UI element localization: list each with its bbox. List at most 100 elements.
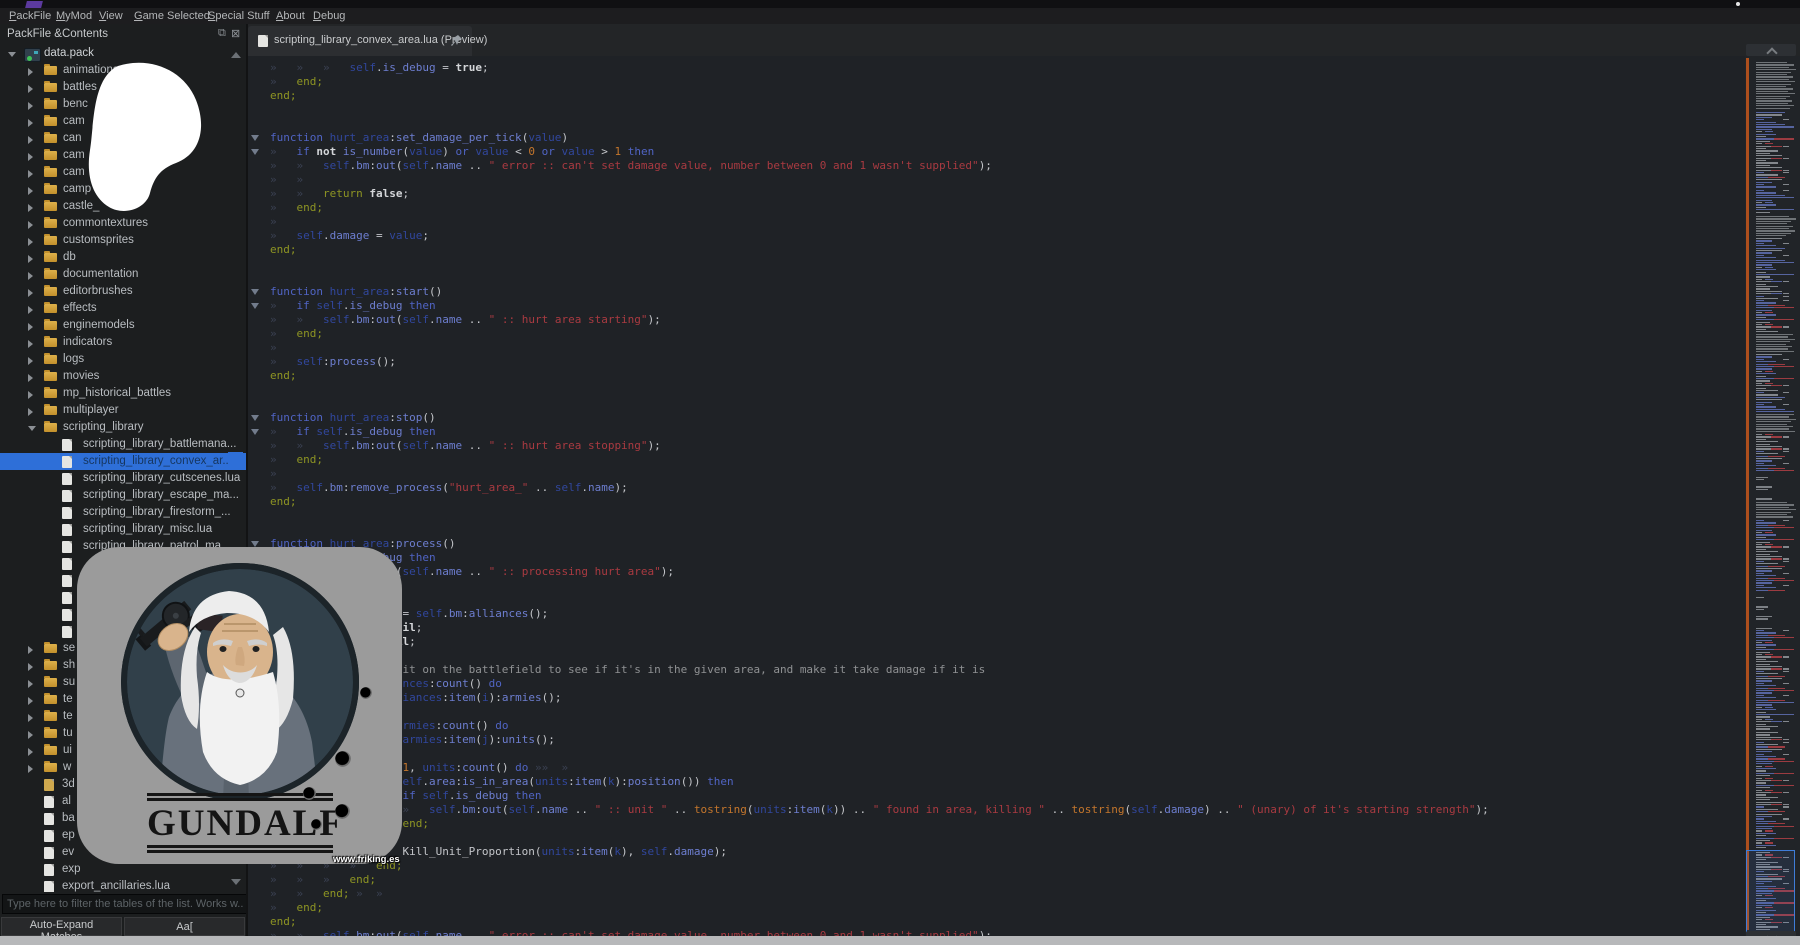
minimap-line [1751, 373, 1797, 374]
collapsed-arrow-icon[interactable] [28, 306, 33, 314]
fold-arrow-icon[interactable] [251, 415, 259, 421]
tree-row[interactable]: scripting_library_misc.lua [0, 521, 246, 538]
fold-arrow-icon[interactable] [251, 303, 259, 309]
minimap-line [1751, 728, 1797, 729]
tree-scroll-down-icon[interactable] [231, 879, 241, 885]
collapsed-arrow-icon[interactable] [28, 680, 33, 688]
collapsed-arrow-icon[interactable] [28, 221, 33, 229]
minimap-viewport[interactable] [1746, 850, 1795, 933]
tree-row[interactable]: documentation [0, 266, 246, 283]
tree-row[interactable]: scripting_library_convex_ar... [0, 453, 246, 470]
folder-icon [44, 372, 57, 381]
tree-scroll-up-icon[interactable] [231, 52, 241, 58]
pin-icon[interactable] [450, 34, 463, 52]
collapsed-arrow-icon[interactable] [28, 357, 33, 365]
collapsed-arrow-icon[interactable] [28, 374, 33, 382]
tree-row[interactable]: db [0, 249, 246, 266]
tree-row[interactable]: scripting_library_firestorm_... [0, 504, 246, 521]
minimap-line [1751, 439, 1797, 440]
collapsed-arrow-icon[interactable] [28, 187, 33, 195]
menu-item-debug[interactable]: Debug [313, 8, 345, 24]
menu-item-game-selected[interactable]: Game Selected [134, 8, 210, 24]
tree-row[interactable]: commontextures [0, 215, 246, 232]
collapsed-arrow-icon[interactable] [28, 238, 33, 246]
minimap[interactable] [1745, 0, 1800, 945]
menu-item-special-stuff[interactable]: Special Stuff [208, 8, 270, 24]
minimap-line [1751, 138, 1797, 139]
collapsed-arrow-icon[interactable] [28, 170, 33, 178]
tree-row[interactable]: logs [0, 351, 246, 368]
collapsed-arrow-icon[interactable] [28, 748, 33, 756]
menu-item-view[interactable]: View [99, 8, 123, 24]
minimap-line [1751, 724, 1797, 725]
minimap-line [1751, 842, 1797, 843]
tree-row-label: mp_historical_battles [63, 385, 171, 402]
tree-row[interactable]: enginemodels [0, 317, 246, 334]
tree-row[interactable]: scripting_library_escape_ma... [0, 487, 246, 504]
menu-item-about[interactable]: About [276, 8, 305, 24]
collapsed-arrow-icon[interactable] [28, 731, 33, 739]
file-icon [62, 456, 72, 468]
tree-scrollbar-thumb[interactable] [228, 452, 243, 468]
tree-row[interactable]: scripting_library_battlemana... [0, 436, 246, 453]
tree-row[interactable]: scripting_library_cutscenes.lua [0, 470, 246, 487]
collapsed-arrow-icon[interactable] [28, 85, 33, 93]
collapsed-arrow-icon[interactable] [28, 289, 33, 297]
tree-row[interactable]: editorbrushes [0, 283, 246, 300]
collapsed-arrow-icon[interactable] [28, 663, 33, 671]
collapsed-arrow-icon[interactable] [28, 765, 33, 773]
minimap-line [1751, 721, 1797, 722]
case-sensitive-button[interactable]: Aa[ [124, 917, 245, 936]
collapsed-arrow-icon[interactable] [28, 408, 33, 416]
collapsed-arrow-icon[interactable] [28, 714, 33, 722]
collapsed-arrow-icon[interactable] [28, 255, 33, 263]
collapsed-arrow-icon[interactable] [28, 272, 33, 280]
scroll-up-button[interactable] [1746, 44, 1796, 56]
menu-item-mymod[interactable]: MyMod [56, 8, 92, 24]
collapsed-arrow-icon[interactable] [28, 323, 33, 331]
code-line: » [270, 467, 297, 481]
code-editor[interactable]: » » » self.is_debug = true;» end;end;fun… [248, 56, 1745, 936]
code-line: » if self.is_debug then [270, 425, 436, 439]
tab-convex-area[interactable]: scripting_library_convex_area.lua (Previ… [248, 26, 472, 56]
collapsed-arrow-icon[interactable] [28, 204, 33, 212]
expanded-arrow-icon[interactable] [28, 426, 36, 431]
collapsed-arrow-icon[interactable] [28, 153, 33, 161]
minimap-line [1751, 276, 1797, 277]
collapsed-arrow-icon[interactable] [28, 646, 33, 654]
collapsed-arrow-icon[interactable] [28, 68, 33, 76]
filter-input[interactable] [2, 894, 248, 914]
menu-item-packfile[interactable]: PackFile [9, 8, 51, 24]
tree-row[interactable]: customsprites [0, 232, 246, 249]
float-panel-icon[interactable]: ⧉ [218, 27, 226, 40]
collapsed-arrow-icon[interactable] [28, 391, 33, 399]
minimap-line [1751, 514, 1797, 515]
minimap-line [1751, 421, 1797, 422]
tree-row[interactable]: effects [0, 300, 246, 317]
auto-expand-matches-button[interactable]: Auto-Expand Matches [1, 917, 122, 936]
fold-arrow-icon[interactable] [251, 135, 259, 141]
minimap-line [1751, 334, 1797, 335]
close-panel-icon[interactable]: ⊠ [231, 27, 240, 40]
tree-row[interactable]: movies [0, 368, 246, 385]
expanded-arrow-icon[interactable] [8, 52, 16, 57]
collapsed-arrow-icon[interactable] [28, 102, 33, 110]
tree-row[interactable]: mp_historical_battles [0, 385, 246, 402]
tree-row[interactable]: indicators [0, 334, 246, 351]
tree-row[interactable]: multiplayer [0, 402, 246, 419]
fold-arrow-icon[interactable] [251, 429, 259, 435]
minimap-line [1751, 307, 1797, 308]
fold-arrow-icon[interactable] [251, 289, 259, 295]
fold-arrow-icon[interactable] [251, 149, 259, 155]
collapsed-arrow-icon[interactable] [28, 119, 33, 127]
tree-row[interactable]: scripting_library [0, 419, 246, 436]
minimap-line [1751, 549, 1797, 550]
code-line: » self:process(); [270, 355, 396, 369]
file-icon [44, 847, 54, 859]
tree-row[interactable]: export_ancillaries.lua [0, 878, 246, 892]
collapsed-arrow-icon[interactable] [28, 136, 33, 144]
minimap-line [1751, 64, 1797, 65]
collapsed-arrow-icon[interactable] [28, 340, 33, 348]
minimap-line [1751, 112, 1797, 113]
collapsed-arrow-icon[interactable] [28, 697, 33, 705]
